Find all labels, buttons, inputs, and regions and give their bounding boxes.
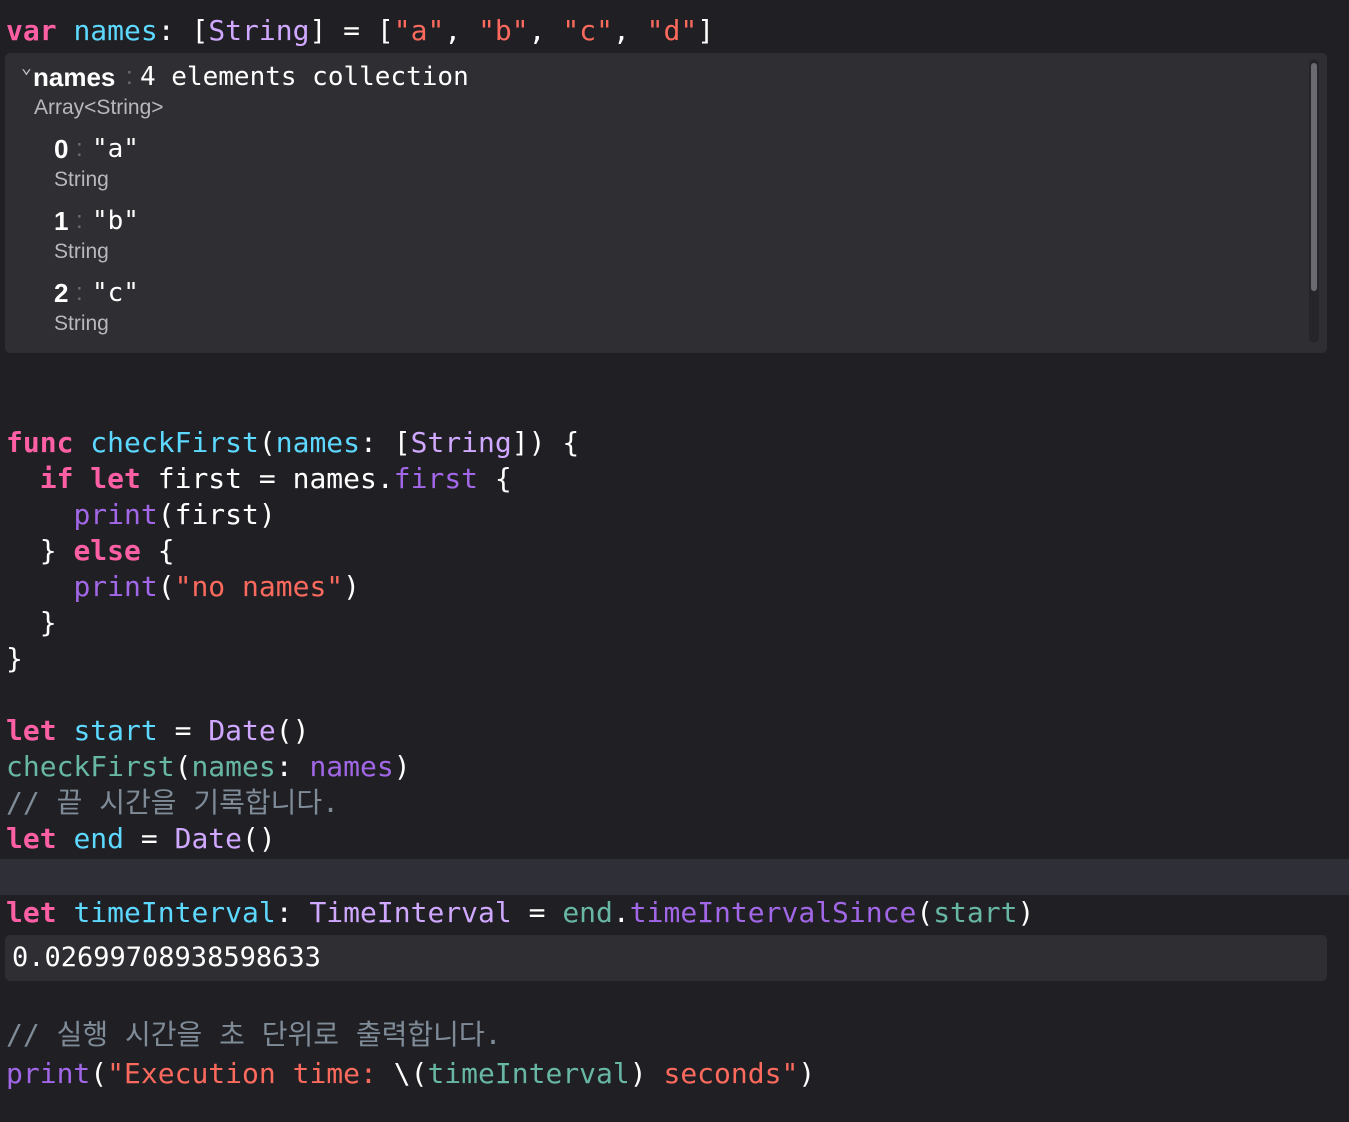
code-line-call-checkfirst[interactable]: checkFirst(names: names) [6,749,411,785]
inline-result-value: 0.02699708938598633 [12,942,321,973]
viewer-item-index: 2 [54,278,69,308]
viewer-item-value: "b" [92,206,139,236]
viewer-colon: : [76,207,83,234]
viewer-item-value: "c" [92,278,139,308]
viewer-scrollbar[interactable] [1309,59,1319,343]
code-line-print-first[interactable]: print(first) [6,497,275,533]
viewer-colon: : [76,135,83,162]
viewer-type: Array<String> [34,96,164,119]
viewer-item-index: 1 [54,206,69,236]
viewer-colon: : [76,279,83,306]
code-line-if-let[interactable]: if let first = names.first { [6,461,512,497]
viewer-item-type: String [54,240,109,263]
code-line-close-func[interactable]: } [6,641,23,677]
viewer-item-index: 0 [54,134,69,164]
code-line-comment-print[interactable]: // 실행 시간을 초 단위로 출력합니다. [6,1017,502,1053]
inline-result-panel[interactable]: 0.02699708938598633 [5,935,1327,981]
current-line-highlight[interactable] [0,859,1349,895]
viewer-summary: 4 elements collection [140,62,469,92]
code-line-comment-end[interactable]: // 끝 시간을 기록합니다. [6,785,339,821]
chevron-down-icon[interactable]: ⌄ [21,57,32,78]
code-line-let-end[interactable]: let end = Date() [6,821,276,857]
result-viewer-panel[interactable]: ⌄ names : 4 elements collection Array<St… [5,53,1327,353]
code-line-print-no-names[interactable]: print("no names") [6,569,360,605]
code-line-1[interactable]: var names: [String] = ["a", "b", "c", "d… [6,13,714,49]
viewer-scrollbar-thumb[interactable] [1311,63,1317,291]
viewer-item-value: "a" [92,134,139,164]
viewer-variable-name: names [33,62,116,92]
viewer-item-type: String [54,168,109,191]
viewer-item-type: String [54,312,109,335]
code-line-func[interactable]: func checkFirst(names: [String]) { [6,425,579,461]
code-line-time-interval[interactable]: let timeInterval: TimeInterval = end.tim… [6,895,1034,931]
code-line-else[interactable]: } else { [6,533,175,569]
viewer-colon: : [126,63,133,90]
code-line-close-inner[interactable]: } [6,605,57,641]
code-line-print-execution[interactable]: print("Execution time: \(timeInterval) s… [6,1056,815,1092]
code-line-let-start[interactable]: let start = Date() [6,713,309,749]
